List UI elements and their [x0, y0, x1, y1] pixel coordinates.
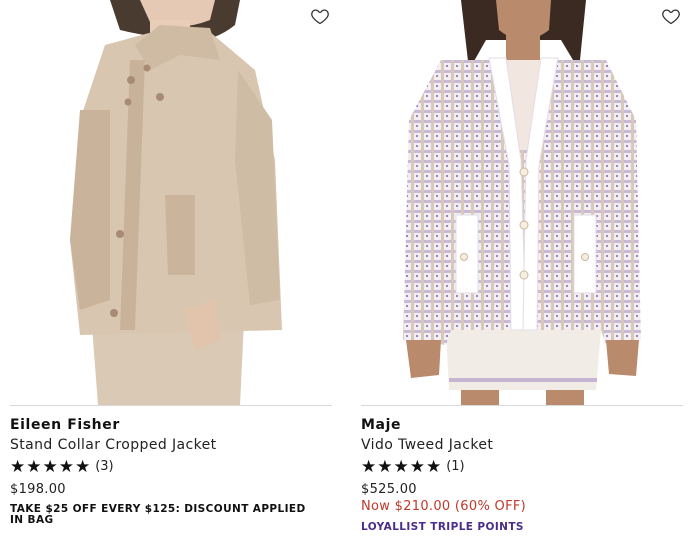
product-card-maje[interactable]: Maje Vido Tweed Jacket ★★★★★ (1) $525.00…: [361, 0, 683, 533]
product-price: $198.00: [10, 482, 66, 497]
product-card-eileen-fisher[interactable]: Eileen Fisher Stand Collar Cropped Jacke…: [10, 0, 332, 526]
product-brand[interactable]: Eileen Fisher: [10, 416, 332, 434]
heart-outline-icon[interactable]: [661, 6, 681, 26]
divider: [361, 405, 683, 406]
product-name[interactable]: Stand Collar Cropped Jacket: [10, 436, 332, 454]
product-name[interactable]: Vido Tweed Jacket: [361, 436, 683, 454]
product-brand[interactable]: Maje: [361, 416, 683, 434]
tweed-jacket-photo: [361, 0, 683, 405]
review-count: (1): [446, 459, 465, 474]
divider: [10, 405, 332, 406]
sale-price: Now $210.00 (60% OFF): [361, 499, 526, 514]
beige-jacket-photo: [10, 0, 332, 405]
review-count: (3): [95, 459, 114, 474]
star-rating-icon: ★★★★★: [361, 457, 443, 477]
product-image[interactable]: [10, 0, 332, 405]
product-grid: Eileen Fisher Stand Collar Cropped Jacke…: [0, 0, 693, 541]
promo-message: TAKE $25 OFF EVERY $125: DISCOUNT APPLIE…: [10, 503, 306, 526]
product-rating[interactable]: ★★★★★ (3): [10, 457, 332, 477]
star-rating-icon: ★★★★★: [10, 457, 92, 477]
product-price: $525.00: [361, 482, 417, 497]
product-image[interactable]: [361, 0, 683, 405]
loyalty-badge: LOYALLIST TRIPLE POINTS: [361, 521, 524, 533]
product-rating[interactable]: ★★★★★ (1): [361, 457, 683, 477]
heart-outline-icon[interactable]: [310, 6, 330, 26]
